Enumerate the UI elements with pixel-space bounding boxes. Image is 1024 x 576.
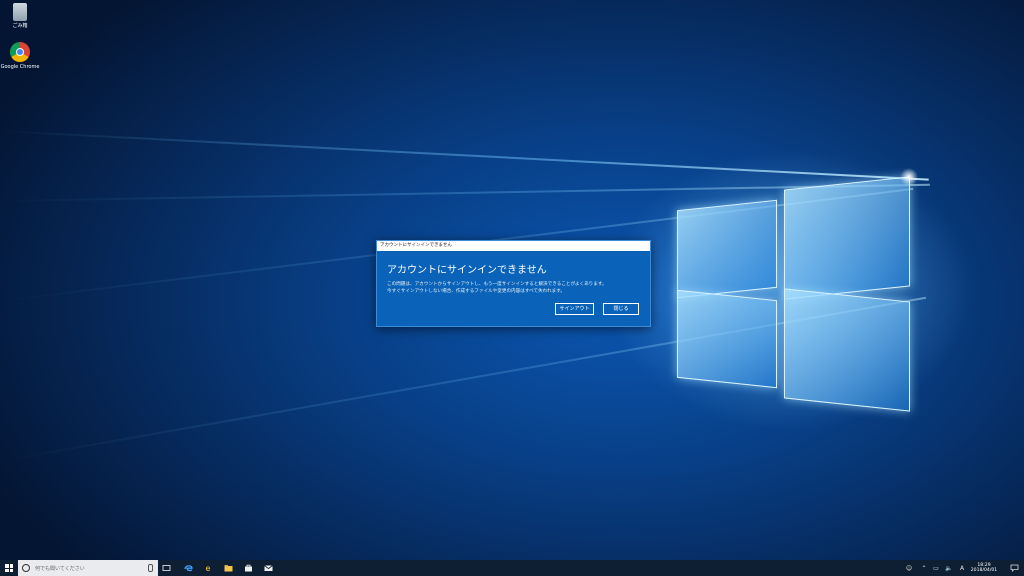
- desktop-wallpaper: ごみ箱 Google Chrome アカウントにサインインできません アカウント…: [0, 0, 1024, 560]
- desktop-icon-label: Google Chrome: [0, 64, 40, 70]
- people-button[interactable]: ☺: [902, 560, 916, 576]
- task-view-icon: [162, 565, 170, 571]
- desktop-icon-google-chrome[interactable]: Google Chrome: [0, 42, 40, 71]
- file-explorer-button[interactable]: [220, 560, 236, 576]
- search-placeholder: 何でも聞いてください: [35, 565, 85, 572]
- mail-icon: [263, 565, 273, 571]
- store-icon: [244, 564, 252, 572]
- logo-pane: [677, 289, 777, 389]
- light-flare: [900, 168, 918, 186]
- volume-icon: 🔈: [945, 564, 953, 572]
- network-button[interactable]: ▭: [930, 560, 942, 576]
- cortana-icon: [22, 564, 30, 572]
- windows-logo-wallpaper: [672, 175, 910, 412]
- start-button[interactable]: [0, 560, 18, 576]
- windows-start-icon: [5, 564, 13, 572]
- close-button[interactable]: 閉じる: [603, 303, 639, 315]
- people-icon: ☺: [905, 564, 913, 572]
- recycle-bin-icon: [13, 3, 27, 21]
- dialog-titlebar: アカウントにサインインできません: [377, 241, 650, 251]
- light-beam: [0, 130, 929, 181]
- chevron-up-icon: ⌃: [921, 564, 927, 572]
- logo-pane: [677, 199, 777, 299]
- desktop-icon-label: ごみ箱: [12, 23, 28, 29]
- internet-explorer-icon: e: [205, 564, 210, 572]
- network-icon: ▭: [933, 564, 939, 572]
- internet-explorer-button[interactable]: e: [200, 560, 216, 576]
- store-button[interactable]: [240, 560, 256, 576]
- edge-button[interactable]: [180, 560, 196, 576]
- file-explorer-icon: [224, 565, 232, 572]
- clock-date: 2018/04/01: [970, 568, 998, 573]
- taskbar: 何でも聞いてください e ☺ ⌃ ▭ 🔈 A 18:29 2018/04/01: [0, 560, 1024, 576]
- signout-button[interactable]: サインアウト: [555, 303, 594, 315]
- svg-text:e: e: [205, 564, 210, 572]
- action-center-button[interactable]: [1006, 560, 1022, 576]
- logo-pane: [784, 288, 910, 412]
- task-view-button[interactable]: [158, 560, 174, 576]
- microphone-icon[interactable]: [148, 564, 153, 572]
- dialog-message-line: 今すぐサインアウトしない場合、作成するファイルや変更の内容はすべて失われます。: [387, 288, 565, 294]
- logo-pane: [784, 176, 910, 300]
- dialog-message-line: この問題は、アカウントからサインアウトし、もう一度サインインすると解決できること…: [387, 282, 607, 287]
- dialog-message: この問題は、アカウントからサインアウトし、もう一度サインインすると解決できること…: [387, 282, 640, 295]
- edge-icon: [183, 565, 193, 572]
- notification-icon: [1010, 564, 1018, 572]
- show-hidden-icons-button[interactable]: ⌃: [918, 560, 930, 576]
- chrome-icon: [10, 42, 30, 62]
- clock[interactable]: 18:29 2018/04/01: [964, 560, 1004, 576]
- desktop-icon-recycle-bin[interactable]: ごみ箱: [0, 3, 40, 30]
- dialog-heading: アカウントにサインインできません: [387, 265, 547, 276]
- mail-button[interactable]: [260, 560, 276, 576]
- volume-button[interactable]: 🔈: [943, 560, 955, 576]
- signin-error-dialog: アカウントにサインインできません アカウントにサインインできません この問題は、…: [376, 240, 651, 327]
- search-box[interactable]: 何でも聞いてください: [18, 560, 158, 576]
